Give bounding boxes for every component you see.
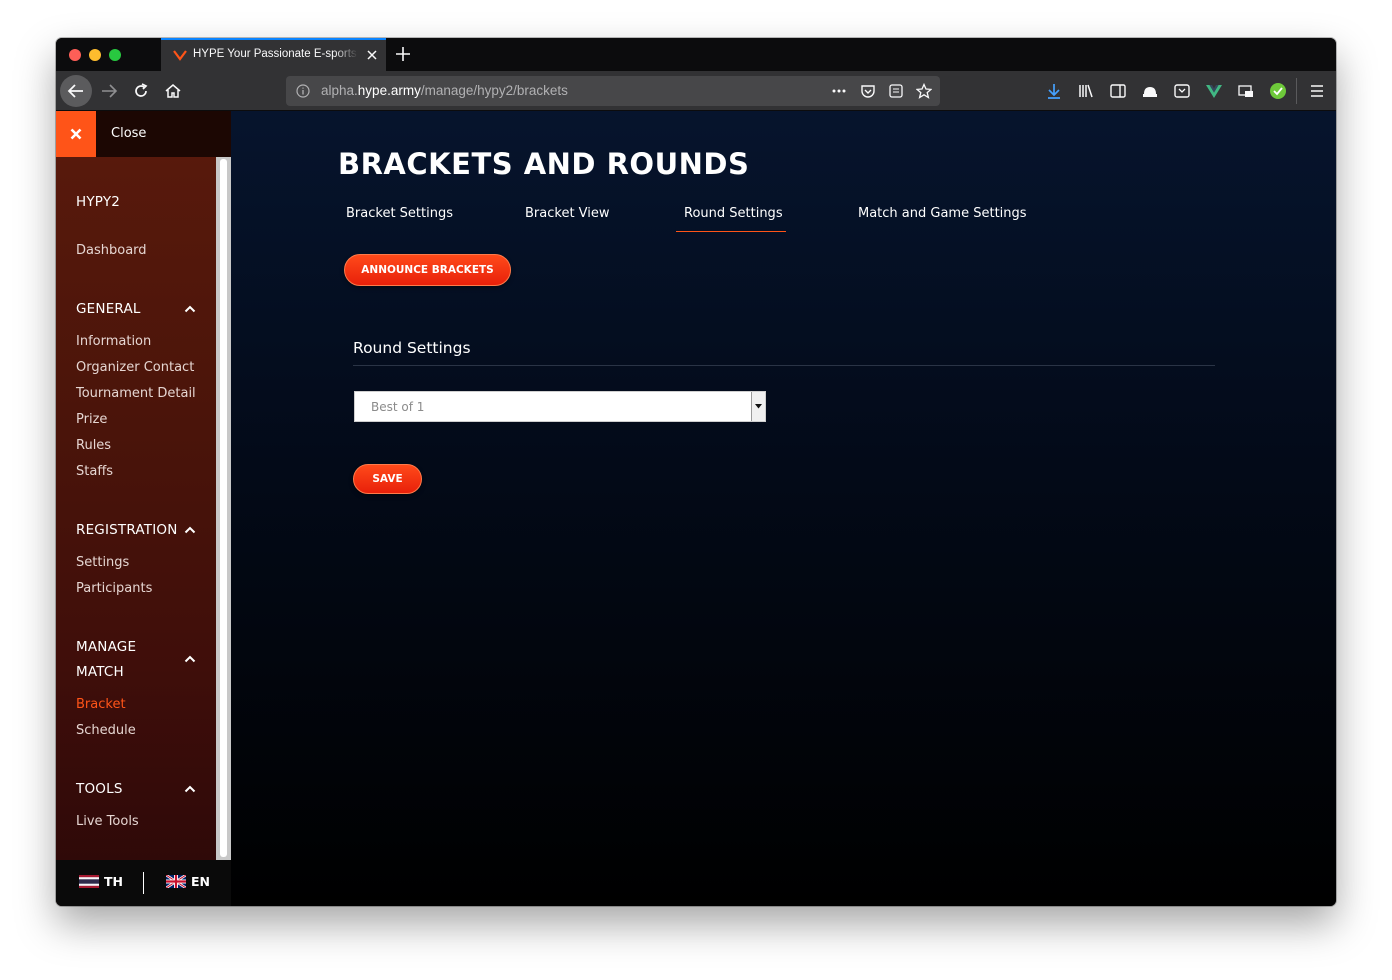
url-path: /manage/hypy2/brackets [420, 83, 568, 98]
section-title: Round Settings [353, 339, 471, 357]
window-close-button[interactable] [69, 49, 81, 61]
pocket-icon[interactable] [860, 83, 876, 99]
sidebar-item-prize[interactable]: Prize [76, 412, 107, 427]
back-button[interactable] [60, 75, 92, 107]
sidebar-item-bracket[interactable]: Bracket [76, 697, 126, 712]
sidebar-toggle-icon[interactable] [1109, 82, 1127, 100]
forward-button[interactable] [95, 77, 123, 105]
save-button[interactable]: SAVE [353, 464, 422, 494]
vue-devtools-icon[interactable] [1205, 82, 1223, 100]
language-th-button[interactable]: TH [79, 874, 123, 889]
star-icon[interactable] [916, 83, 932, 99]
chevron-up-icon[interactable] [184, 785, 196, 793]
main-content: BRACKETS AND ROUNDS Bracket Settings Bra… [231, 111, 1336, 906]
reload-icon [135, 83, 148, 97]
browser-window: HYPE Your Passionate E-sports alpha.hype… [56, 38, 1336, 906]
language-switcher: TH EN [56, 860, 231, 906]
new-tab-icon[interactable] [394, 45, 412, 63]
best-of-select-value: Best of 1 [371, 400, 425, 414]
reload-button[interactable] [127, 77, 155, 105]
hype-logo-icon [173, 50, 187, 61]
reader-view-icon[interactable] [888, 83, 904, 99]
active-tab-indicator [676, 231, 786, 232]
window-minimize-button[interactable] [89, 49, 101, 61]
section-manage-match-heading-line2[interactable]: MATCH [76, 664, 124, 680]
sidebar-item-tournament-detail[interactable]: Tournament Detail [76, 386, 196, 401]
tab-title: HYPE Your Passionate E-sports [193, 48, 358, 60]
arrow-left-icon [67, 84, 83, 98]
sidebar-item-dashboard[interactable]: Dashboard [76, 243, 147, 258]
window-zoom-button[interactable] [109, 49, 121, 61]
page-title: BRACKETS AND ROUNDS [338, 147, 750, 181]
select-arrow[interactable] [751, 392, 765, 421]
arrow-right-icon [102, 84, 118, 98]
browser-tab[interactable]: HYPE Your Passionate E-sports [161, 38, 386, 71]
tab-bracket-settings[interactable]: Bracket Settings [346, 206, 453, 221]
home-button[interactable] [159, 77, 187, 105]
home-icon [165, 84, 181, 98]
close-sidebar-button[interactable] [56, 111, 96, 157]
section-divider [353, 365, 1215, 366]
project-name[interactable]: HYPY2 [76, 194, 120, 210]
sidebar-item-staffs[interactable]: Staffs [76, 464, 113, 479]
url-text[interactable]: alpha.hype.army/manage/hypy2/brackets [321, 83, 568, 98]
info-icon[interactable] [296, 84, 310, 98]
language-th-label: TH [104, 874, 123, 889]
screenshot-icon[interactable] [1173, 82, 1191, 100]
chevron-up-icon[interactable] [184, 305, 196, 313]
sidebar-item-information[interactable]: Information [76, 334, 151, 349]
section-general-heading[interactable]: GENERAL [76, 301, 141, 317]
language-en-label: EN [191, 874, 211, 889]
hamburger-menu-icon[interactable] [1308, 82, 1326, 100]
close-label[interactable]: Close [111, 126, 146, 141]
tab-round-settings[interactable]: Round Settings [684, 206, 783, 221]
address-bar[interactable]: alpha.hype.army/manage/hypy2/brackets [286, 76, 940, 106]
close-icon [70, 128, 82, 140]
sidebar: Close HYPY2 Dashboard GENERAL Informatio… [56, 111, 231, 906]
tab-match-and-game-settings[interactable]: Match and Game Settings [858, 206, 1027, 221]
best-of-select[interactable]: Best of 1 [354, 391, 766, 422]
extension-icon[interactable] [1141, 82, 1159, 100]
sidebar-scrollbar-thumb[interactable] [220, 159, 227, 857]
nav-toolbar: alpha.hype.army/manage/hypy2/brackets [56, 71, 1336, 111]
sidebar-item-organizer-contact[interactable]: Organizer Contact [76, 360, 194, 375]
mail-extension-icon[interactable] [1237, 82, 1255, 100]
language-divider [143, 872, 144, 894]
section-registration-heading[interactable]: REGISTRATION [76, 522, 178, 538]
announce-brackets-button[interactable]: ANNOUNCE BRACKETS [344, 254, 511, 286]
uk-flag-icon [166, 875, 186, 888]
sidebar-close-bar[interactable]: Close [56, 111, 231, 157]
sidebar-scrollbar[interactable] [216, 157, 231, 860]
caret-down-icon [755, 404, 762, 409]
sidebar-item-live-tools[interactable]: Live Tools [76, 814, 139, 829]
ellipsis-icon[interactable] [831, 83, 847, 99]
chevron-up-icon[interactable] [184, 526, 196, 534]
close-icon[interactable] [364, 47, 380, 63]
sidebar-item-participants[interactable]: Participants [76, 581, 152, 596]
sidebar-item-settings[interactable]: Settings [76, 555, 129, 570]
check-extension-icon[interactable] [1269, 82, 1287, 100]
section-tools-heading[interactable]: TOOLS [76, 781, 123, 797]
tab-bracket-view[interactable]: Bracket View [525, 206, 610, 221]
sidebar-item-rules[interactable]: Rules [76, 438, 111, 453]
sidebar-item-schedule[interactable]: Schedule [76, 723, 136, 738]
library-icon[interactable] [1077, 82, 1095, 100]
url-prefix: alpha. [321, 83, 358, 98]
download-icon[interactable] [1045, 82, 1063, 100]
url-domain: hype.army [357, 83, 421, 98]
chevron-up-icon[interactable] [184, 655, 196, 663]
tab-bar: HYPE Your Passionate E-sports [56, 38, 1336, 71]
toolbar-divider [1296, 78, 1297, 104]
thai-flag-icon [79, 875, 99, 888]
section-manage-match-heading-line1[interactable]: MANAGE [76, 639, 136, 655]
language-en-button[interactable]: EN [166, 874, 210, 889]
